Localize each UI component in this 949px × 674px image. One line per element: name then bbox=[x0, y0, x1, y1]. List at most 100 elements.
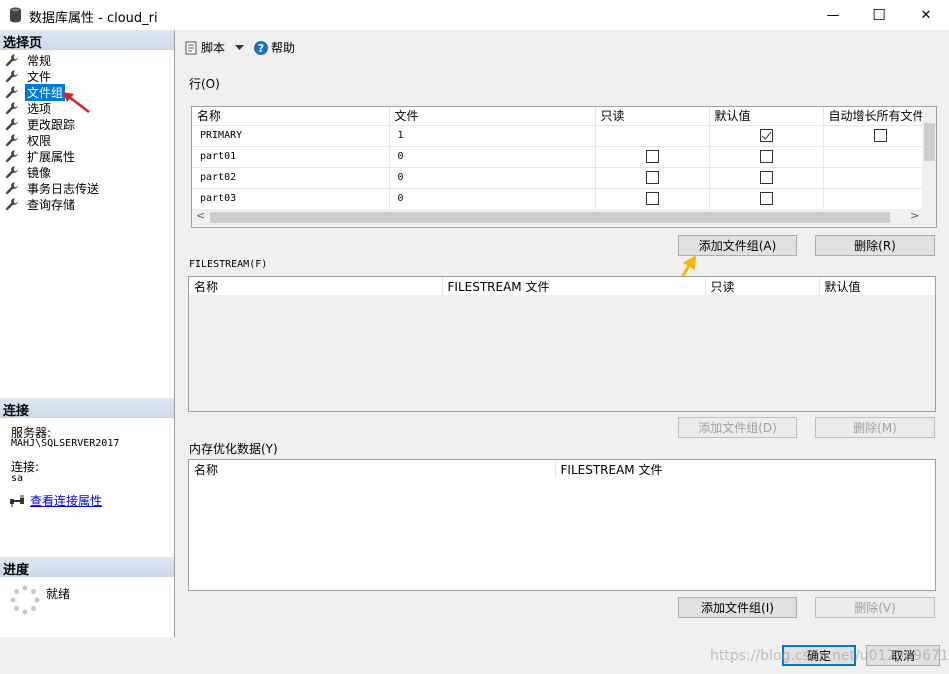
table-cell bbox=[709, 166, 824, 188]
left-pane: 选择页 常规 文件 文件组 选项 更改跟踪 权限 扩展属性 镜像 事务日志传送 查询存储 连接 服… bbox=[0, 30, 175, 637]
table-cell bbox=[595, 166, 710, 188]
nav-item[interactable]: 镜像 bbox=[5, 164, 101, 180]
window-title: 数据库属性 - cloud_ri bbox=[29, 11, 158, 26]
column-header[interactable]: 名称 bbox=[189, 460, 556, 478]
checkbox[interactable] bbox=[759, 192, 773, 206]
table-cell bbox=[595, 145, 710, 167]
file-count-cell: 0 bbox=[389, 145, 596, 167]
checkbox[interactable] bbox=[759, 150, 773, 163]
table-row[interactable]: part01 0 bbox=[192, 145, 936, 167]
filegroup-name-cell[interactable]: PRIMARY bbox=[192, 124, 390, 146]
scrollbar-thumb[interactable] bbox=[924, 123, 935, 161]
table-cell bbox=[709, 187, 824, 209]
wrench-icon bbox=[5, 118, 18, 131]
column-header[interactable]: FILESTREAM 文件 bbox=[555, 460, 935, 478]
checkbox[interactable] bbox=[759, 129, 773, 142]
wrench-icon bbox=[5, 102, 18, 115]
table-row[interactable]: part02 0 bbox=[192, 166, 936, 188]
table-row[interactable]: part03 0 bbox=[192, 187, 936, 209]
table-cell bbox=[823, 166, 936, 188]
nav-item-label: 查询存储 bbox=[27, 197, 76, 212]
rows-remove-button[interactable]: 删除(R) bbox=[815, 235, 935, 256]
title-bar: 数据库属性 - cloud_ri — ☐ ✕ bbox=[0, 0, 949, 30]
table-cell bbox=[709, 145, 824, 167]
table-cell bbox=[595, 124, 710, 146]
memory-remove-button[interactable]: 删除(V) bbox=[815, 597, 935, 618]
filestream-remove-button[interactable]: 删除(M) bbox=[815, 417, 935, 438]
wrench-icon bbox=[5, 150, 18, 163]
close-button[interactable]: ✕ bbox=[903, 0, 949, 30]
close-icon: ✕ bbox=[920, 7, 932, 23]
progress-header: 进度 bbox=[0, 557, 174, 578]
minimize-icon: — bbox=[826, 7, 840, 23]
checkbox[interactable] bbox=[645, 171, 659, 184]
nav-item[interactable]: 权限 bbox=[5, 132, 101, 148]
help-icon: ? bbox=[254, 40, 269, 55]
right-pane: 脚本 ? 帮助 行(O) 名称 文件 只读 默认值 自动增长所有文件 PRIMARY 1 p… bbox=[176, 30, 949, 637]
view-connection-properties[interactable]: 查看连接属性 bbox=[10, 492, 102, 509]
memory-optimized-grid[interactable]: 名称 FILESTREAM 文件 bbox=[188, 459, 936, 591]
nav-item[interactable]: 更改跟踪 bbox=[5, 116, 101, 132]
filestream-grid[interactable]: 名称 FILESTREAM 文件 只读 默认值 bbox=[188, 276, 936, 412]
file-count-cell: 0 bbox=[389, 187, 596, 209]
table-row[interactable]: PRIMARY 1 bbox=[192, 124, 936, 146]
toolbar: 脚本 ? 帮助 bbox=[184, 39, 305, 56]
checkbox[interactable] bbox=[645, 150, 659, 163]
rows-grid[interactable]: 名称 文件 只读 默认值 自动增长所有文件 PRIMARY 1 part01 0 part02 0… bbox=[191, 106, 937, 228]
nav-item[interactable]: 常规 bbox=[5, 52, 101, 68]
rows-horizontal-scrollbar[interactable]: < > bbox=[192, 209, 936, 226]
scroll-right-icon[interactable]: > bbox=[910, 209, 919, 222]
filestream-add-filegroup-button[interactable]: 添加文件组(D) bbox=[678, 417, 797, 438]
view-connection-properties-link[interactable]: 查看连接属性 bbox=[30, 492, 102, 509]
scrollbar-thumb[interactable] bbox=[210, 212, 890, 223]
nav-item[interactable]: 文件 bbox=[5, 68, 101, 84]
checkbox[interactable] bbox=[645, 192, 659, 206]
wrench-icon bbox=[5, 70, 18, 83]
column-header[interactable]: 名称 bbox=[189, 277, 443, 295]
filegroup-name-cell[interactable]: part01 bbox=[192, 145, 390, 167]
column-header[interactable]: 只读 bbox=[595, 107, 710, 125]
column-header[interactable]: FILESTREAM 文件 bbox=[442, 277, 706, 295]
table-cell bbox=[823, 145, 936, 167]
minimize-button[interactable]: — bbox=[810, 0, 856, 30]
script-button[interactable]: 脚本 bbox=[184, 39, 245, 56]
column-header[interactable]: 名称 bbox=[192, 107, 390, 125]
rows-add-filegroup-button[interactable]: 添加文件组(A) bbox=[678, 235, 797, 256]
nav-item-label: 事务日志传送 bbox=[27, 181, 100, 196]
scroll-left-icon[interactable]: < bbox=[196, 209, 205, 222]
nav-item-label: 常规 bbox=[27, 53, 52, 68]
column-header[interactable]: 默认值 bbox=[819, 277, 935, 295]
file-count-cell: 0 bbox=[389, 166, 596, 188]
checkbox[interactable] bbox=[873, 129, 887, 142]
column-header[interactable]: 文件 bbox=[389, 107, 596, 125]
filegroup-name-cell[interactable]: part02 bbox=[192, 166, 390, 188]
memory-add-filegroup-button[interactable]: 添加文件组(I) bbox=[678, 597, 797, 618]
chevron-down-icon[interactable] bbox=[235, 44, 245, 51]
nav-item[interactable]: 事务日志传送 bbox=[5, 180, 101, 196]
connection-header: 连接 bbox=[0, 398, 174, 419]
page-nav-list: 常规 文件 文件组 选项 更改跟踪 权限 扩展属性 镜像 事务日志传送 查询存储 bbox=[5, 52, 101, 212]
column-header[interactable]: 只读 bbox=[705, 277, 820, 295]
script-label: 脚本 bbox=[201, 41, 226, 55]
wrench-icon bbox=[5, 198, 18, 211]
table-cell bbox=[709, 124, 824, 146]
filegroup-name-cell[interactable]: part03 bbox=[192, 187, 390, 209]
wrench-icon bbox=[5, 166, 18, 179]
nav-item[interactable]: 扩展属性 bbox=[5, 148, 101, 164]
column-header[interactable]: 自动增长所有文件 bbox=[823, 107, 936, 125]
rows-vertical-scrollbar[interactable] bbox=[922, 107, 936, 209]
select-page-header: 选择页 bbox=[0, 30, 174, 51]
memory-optimized-section-label: 内存优化数据(Y) bbox=[189, 442, 278, 456]
svg-text:?: ? bbox=[258, 42, 264, 55]
nav-item[interactable]: 查询存储 bbox=[5, 196, 101, 212]
column-header[interactable]: 默认值 bbox=[709, 107, 824, 125]
help-label: 帮助 bbox=[271, 41, 296, 55]
maximize-button[interactable]: ☐ bbox=[856, 0, 902, 30]
connection-icon bbox=[10, 494, 24, 507]
help-button[interactable]: ? 帮助 bbox=[254, 39, 295, 56]
script-icon bbox=[185, 41, 197, 54]
wrench-icon bbox=[5, 54, 18, 67]
database-icon bbox=[10, 7, 21, 23]
rows-section-label: 行(O) bbox=[189, 77, 220, 91]
checkbox[interactable] bbox=[759, 171, 773, 184]
